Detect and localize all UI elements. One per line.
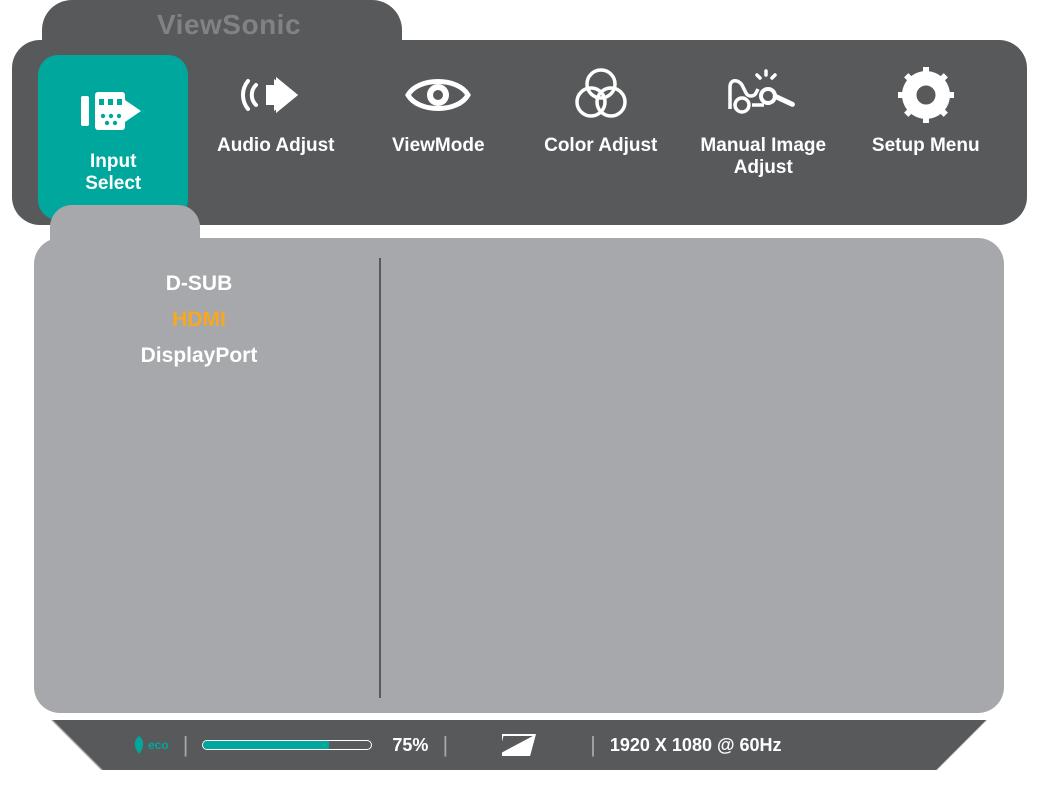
nav-panel: InputSelect Audio Ad [12,40,1027,225]
nav-view-mode[interactable]: ViewMode [363,55,513,157]
nav-input-select[interactable]: InputSelect [38,55,188,220]
input-option-dsub[interactable]: D-SUB [34,266,364,302]
manual-image-adjust-icon [724,59,802,131]
nav-setup-menu[interactable]: Setup Menu [851,55,1001,157]
separator: | [442,732,448,758]
setup-menu-icon [898,59,954,131]
progress-fill [203,741,329,749]
audio-adjust-icon [236,59,316,131]
nav-color-adjust[interactable]: Color Adjust [526,55,676,157]
content-divider [379,258,381,698]
osd-frame: ViewSonic [12,0,1027,770]
nav-label: Setup Menu [872,135,980,157]
eco-label: eco [148,738,169,752]
brand-label: ViewSonic [157,9,301,41]
separator: | [183,732,189,758]
progress-percent: 75% [392,735,428,756]
nav-audio-adjust[interactable]: Audio Adjust [201,55,351,157]
eco-icon: eco [132,736,169,754]
content-panel: D-SUB HDMI DisplayPort [34,238,1004,713]
input-select-icon [75,75,151,147]
color-adjust-icon [571,59,631,131]
nav-label: Manual ImageAdjust [700,135,826,179]
input-option-displayport[interactable]: DisplayPort [34,338,364,374]
nav-label: Color Adjust [544,135,657,157]
input-option-hdmi[interactable]: HDMI [34,302,364,338]
separator: | [590,732,596,758]
nav-label: InputSelect [85,151,141,195]
resolution-label: 1920 X 1080 @ 60Hz [610,735,782,756]
input-option-list: D-SUB HDMI DisplayPort [34,266,364,374]
nav-label: Audio Adjust [217,135,335,157]
contrast-icon [502,734,536,756]
progress-bar [202,740,372,750]
status-bar: eco | 75% | | 1920 X 1080 @ 60Hz [12,720,1027,770]
nav-manual-image-adjust[interactable]: Manual ImageAdjust [688,55,838,179]
nav-label: ViewMode [392,135,485,157]
view-mode-icon [403,59,473,131]
